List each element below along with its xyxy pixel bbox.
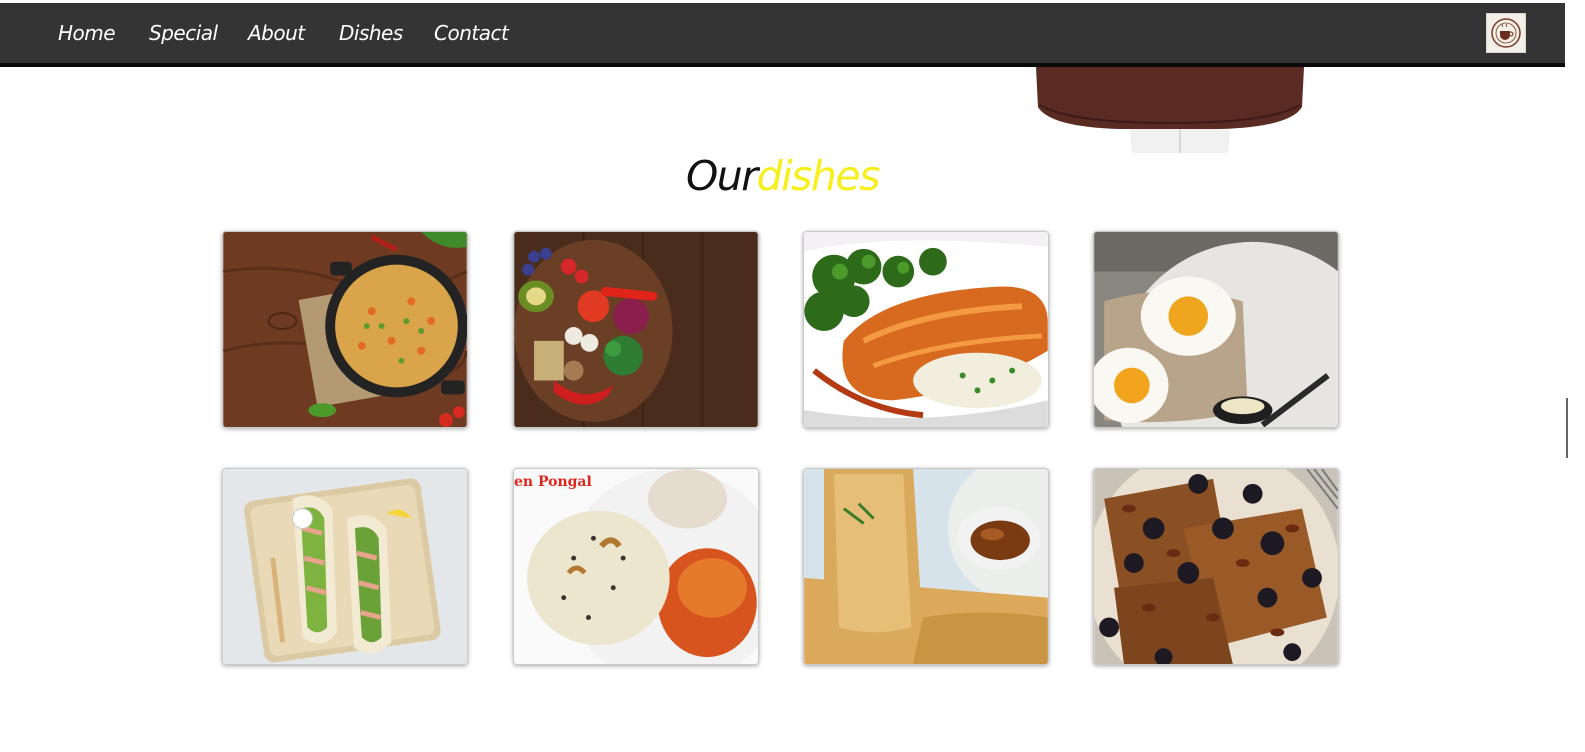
page-right-gutter (1565, 0, 1585, 752)
section-title-our: Our (686, 152, 758, 200)
nav-link-home[interactable]: Home (58, 21, 116, 45)
pongal-caption: en Pongal (514, 474, 592, 490)
section-title: Ourdishes (0, 152, 1565, 200)
glazed-salmon-image (804, 232, 1048, 427)
dish-card-salmon[interactable] (803, 231, 1049, 428)
pita-sandwich-image (223, 469, 467, 664)
section-title-dishes: dishes (756, 152, 881, 200)
fried-eggs-toast-image (1094, 232, 1338, 427)
dish-card-dosa[interactable] (803, 468, 1049, 665)
dish-card-vegetables[interactable] (513, 231, 759, 428)
fried-rice-skillet-image (223, 232, 467, 427)
top-navbar: Home Special About Dishes Contact (0, 3, 1565, 67)
dish-card-eggs[interactable] (1093, 231, 1339, 428)
scroll-indicator[interactable] (1566, 398, 1568, 458)
dish-card-french-toast[interactable] (1093, 468, 1339, 665)
nav-link-about[interactable]: About (248, 21, 305, 45)
berry-french-toast-image (1094, 469, 1338, 664)
nav-link-dishes[interactable]: Dishes (339, 21, 403, 45)
dish-card-pongal[interactable]: en Pongal (513, 468, 759, 665)
nav-link-special[interactable]: Special (149, 21, 218, 45)
cafe-logo-icon[interactable] (1486, 13, 1526, 53)
ven-pongal-image (514, 469, 758, 664)
dish-card-fried-rice[interactable] (222, 231, 468, 428)
dosa-image (804, 469, 1048, 664)
chef-apron-image (1030, 67, 1310, 157)
vegetable-board-image (514, 232, 758, 427)
dish-card-pita[interactable] (222, 468, 468, 665)
nav-link-contact[interactable]: Contact (434, 21, 509, 45)
